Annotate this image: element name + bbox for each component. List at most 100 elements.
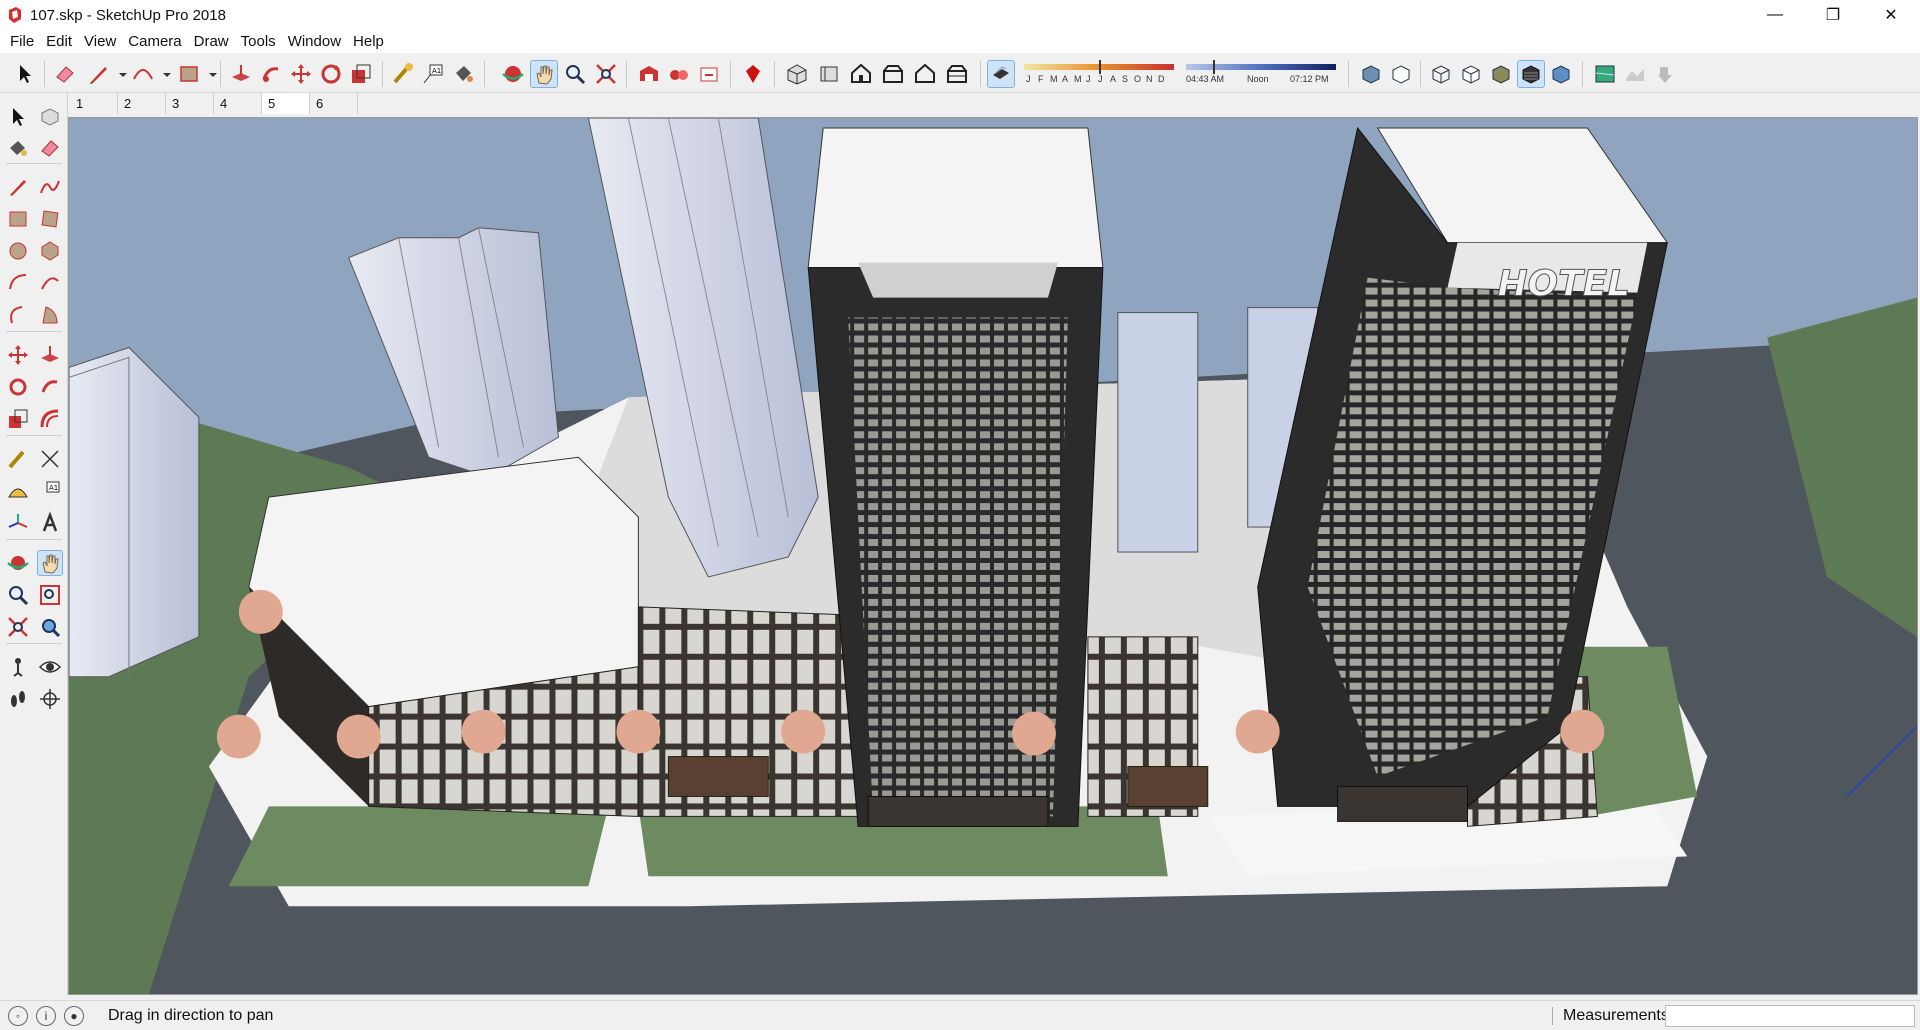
minimize-button[interactable]: — <box>1746 0 1804 30</box>
shadows-toggle-button[interactable] <box>987 60 1015 88</box>
geolocation-icon[interactable]: ◦ <box>8 1005 28 1026</box>
model-render[interactable]: HOTEL <box>69 118 1917 994</box>
arc-tool-dropdown[interactable] <box>154 61 171 87</box>
arc-tool-button[interactable] <box>130 61 156 87</box>
add-location-button[interactable] <box>1592 61 1618 87</box>
top-view-button[interactable] <box>816 61 842 87</box>
follow-me-tool[interactable] <box>38 375 62 399</box>
right-view-button[interactable] <box>880 61 906 87</box>
scale-tool[interactable] <box>6 407 30 431</box>
back-edges-button[interactable] <box>1388 61 1414 87</box>
line-tool-dropdown[interactable] <box>110 61 127 87</box>
scene-tab-2[interactable]: 2 <box>118 93 166 114</box>
menu-file[interactable]: File <box>4 30 40 53</box>
make-component-tool[interactable] <box>38 105 62 129</box>
push-pull-tool[interactable] <box>38 343 62 367</box>
rotate-tool-button[interactable] <box>318 61 344 87</box>
arc-tool[interactable] <box>6 271 30 295</box>
look-around-tool[interactable] <box>38 655 62 679</box>
iso-view-button[interactable] <box>784 61 810 87</box>
zoom-window-tool[interactable] <box>38 583 62 607</box>
rotated-rectangle-tool[interactable] <box>38 207 62 231</box>
scene-tab-4[interactable]: 4 <box>214 93 262 114</box>
tape-measure-tool-button[interactable] <box>390 61 416 87</box>
wireframe-button[interactable] <box>1428 61 1454 87</box>
scale-tool-button[interactable] <box>348 61 374 87</box>
extension-warehouse-button[interactable] <box>666 61 692 87</box>
3d-viewport[interactable]: HOTEL <box>68 117 1918 995</box>
zoom-extents-tool[interactable] <box>6 615 30 639</box>
position-camera-tool[interactable] <box>6 655 30 679</box>
line-tool-button[interactable] <box>86 61 112 87</box>
time-slider[interactable] <box>1186 60 1336 74</box>
scene-tab-1[interactable]: 1 <box>70 93 118 114</box>
3d-warehouse-button[interactable] <box>636 61 662 87</box>
menu-tools[interactable]: Tools <box>235 30 282 53</box>
pie-tool[interactable] <box>38 303 62 327</box>
offset-tool[interactable] <box>38 407 62 431</box>
polygon-tool[interactable] <box>38 239 62 263</box>
eraser-tool[interactable] <box>38 136 62 160</box>
select-tool[interactable] <box>6 105 30 129</box>
restore-button[interactable]: ❐ <box>1804 0 1862 30</box>
freehand-tool[interactable] <box>38 175 62 199</box>
axes-tool[interactable] <box>6 511 30 535</box>
3d-text-tool[interactable] <box>38 511 62 535</box>
rectangle-tool-dropdown[interactable] <box>200 61 217 87</box>
share-model-button[interactable] <box>696 61 722 87</box>
previous-view-tool[interactable] <box>38 615 62 639</box>
menu-window[interactable]: Window <box>282 30 347 53</box>
scene-tab-5[interactable]: 5 <box>262 93 310 114</box>
user-account-icon[interactable]: ● <box>64 1005 84 1026</box>
shaded-button[interactable] <box>1488 61 1514 87</box>
pan-tool[interactable] <box>37 550 63 576</box>
photo-texture-button[interactable] <box>1652 61 1678 87</box>
select-tool-button[interactable] <box>12 61 38 87</box>
move-tool-button[interactable] <box>288 61 314 87</box>
move-tool[interactable] <box>6 343 30 367</box>
orbit-tool[interactable] <box>6 551 30 575</box>
left-view-button[interactable] <box>944 61 970 87</box>
follow-me-tool-button[interactable] <box>258 61 284 87</box>
orbit-tool-button[interactable] <box>500 61 526 87</box>
push-pull-tool-button[interactable] <box>228 61 254 87</box>
walk-tool[interactable] <box>6 687 30 711</box>
month-slider[interactable] <box>1024 60 1174 74</box>
hidden-line-button[interactable] <box>1458 61 1484 87</box>
front-view-button[interactable] <box>848 61 874 87</box>
text-tool-button[interactable]: A1 <box>420 61 446 87</box>
monochrome-button[interactable] <box>1548 61 1574 87</box>
rectangle-tool[interactable] <box>6 207 30 231</box>
scene-tab-3[interactable]: 3 <box>166 93 214 114</box>
shaded-textures-button[interactable] <box>1517 60 1545 88</box>
rectangle-tool-button[interactable] <box>176 61 202 87</box>
circle-tool[interactable] <box>6 239 30 263</box>
extension-manager-button[interactable] <box>740 61 766 87</box>
tape-measure-tool[interactable] <box>6 447 30 471</box>
menu-help[interactable]: Help <box>347 30 390 53</box>
scene-tab-6[interactable]: 6 <box>310 93 358 114</box>
2-point-arc-tool[interactable] <box>38 271 62 295</box>
text-tool[interactable]: A1 <box>38 479 62 503</box>
close-button[interactable]: ✕ <box>1862 0 1920 30</box>
xray-button[interactable] <box>1358 61 1384 87</box>
rotate-tool[interactable] <box>6 375 30 399</box>
eraser-tool-button[interactable] <box>52 61 78 87</box>
credits-icon[interactable]: i <box>36 1005 56 1026</box>
menu-camera[interactable]: Camera <box>122 30 187 53</box>
toggle-terrain-button[interactable] <box>1622 61 1648 87</box>
menu-draw[interactable]: Draw <box>188 30 235 53</box>
back-view-button[interactable] <box>912 61 938 87</box>
menu-view[interactable]: View <box>78 30 122 53</box>
zoom-extents-button[interactable] <box>593 61 619 87</box>
pan-tool-button[interactable] <box>530 60 558 88</box>
3-point-arc-tool[interactable] <box>6 303 30 327</box>
section-plane-tool[interactable] <box>38 687 62 711</box>
dimension-tool[interactable] <box>38 447 62 471</box>
paint-bucket-tool-button[interactable] <box>450 61 476 87</box>
zoom-tool-button[interactable] <box>562 61 588 87</box>
paint-bucket-tool[interactable] <box>6 136 30 160</box>
measurements-input[interactable] <box>1665 1005 1915 1027</box>
menu-edit[interactable]: Edit <box>40 30 78 53</box>
line-tool[interactable] <box>6 175 30 199</box>
